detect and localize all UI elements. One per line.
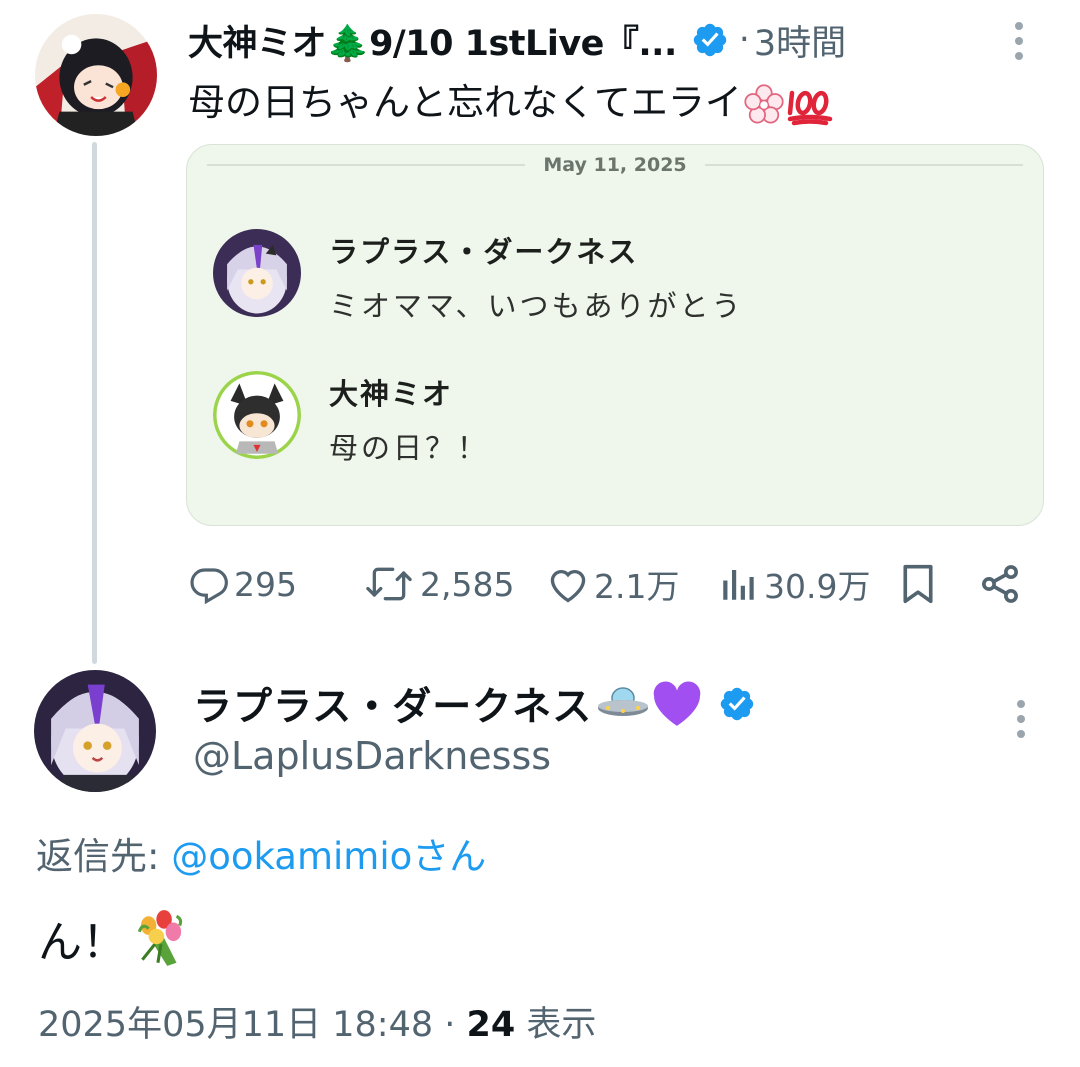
views-label: 表示 — [515, 1005, 597, 1045]
repost-icon — [362, 562, 416, 606]
tweet-relative-time[interactable]: 3時間 — [754, 15, 846, 66]
ufo-emoji-icon — [596, 684, 650, 724]
tweet-meta: 2025年05月11日 18:48 · 24 表示 — [38, 996, 596, 1047]
meta-separator: · — [433, 1005, 467, 1045]
chat-date-divider: May 11, 2025 — [207, 154, 1023, 176]
tweet-timestamp[interactable]: 2025年05月11日 18:48 — [38, 1005, 433, 1045]
chat-message: 大神ミオ 母の日？！ — [213, 371, 489, 467]
verified-badge-icon[interactable] — [691, 21, 729, 59]
chat-sender-name: ラプラス・ダークネス — [329, 235, 639, 269]
reply-display-name[interactable]: ラプラス・ダークネス — [193, 676, 592, 732]
chat-message: ラプラス・ダークネス ミオママ、いつもありがとう — [213, 229, 744, 325]
reply-handle[interactable]: @LaplusDarknesss — [193, 734, 551, 778]
sakura-emoji-icon — [742, 81, 786, 124]
time-separator: · — [738, 20, 750, 60]
reply-author-avatar[interactable] — [34, 670, 156, 792]
replying-to-label: 返信先: — [36, 835, 172, 878]
chat-message-text: ミオママ、いつもありがとう — [329, 289, 744, 323]
chat-message-text: 母の日？！ — [329, 431, 490, 465]
parent-author-avatar[interactable] — [35, 14, 157, 136]
more-options-icon[interactable] — [1014, 700, 1028, 738]
repost-button[interactable]: 2,585 — [362, 556, 514, 612]
chat-date: May 11, 2025 — [543, 154, 687, 176]
reply-icon — [188, 563, 230, 605]
hundred-points-emoji-icon — [786, 81, 834, 125]
tweet-media-image[interactable]: May 11, 2025 ラプラス・ダークネス ミオママ、いつもありがとう 大神… — [186, 144, 1044, 526]
share-icon — [978, 562, 1022, 606]
reply-tweet-text-body: ん！ — [38, 917, 126, 968]
views-chart-icon — [718, 563, 760, 605]
heart-icon — [546, 562, 590, 606]
like-count: 2.1万 — [594, 567, 680, 606]
repost-count: 2,585 — [420, 564, 515, 604]
chat-sender-name: 大神ミオ — [329, 377, 454, 411]
view-count: 30.9万 — [764, 567, 871, 606]
reply-tweet-text: ん！ — [38, 906, 192, 970]
reply-button[interactable]: 295 — [188, 556, 297, 612]
bouquet-emoji-icon — [130, 907, 192, 969]
purple-heart-emoji-icon — [652, 681, 702, 727]
reply-count: 295 — [234, 564, 297, 604]
tweet-action-bar: 295 2,585 2.1万 30.9万 — [188, 556, 1028, 612]
replying-to-link[interactable]: @ookamimioさん — [171, 835, 486, 878]
parent-display-name[interactable]: 大神ミオ🌲9/10 1stLive『... — [188, 15, 677, 66]
views-button[interactable]: 30.9万 — [718, 556, 870, 612]
thread-connector-line — [92, 142, 97, 664]
parent-tweet-text-body: 母の日ちゃんと忘れなくてエライ — [188, 81, 742, 124]
more-options-icon[interactable] — [1012, 22, 1026, 60]
chat-avatar — [213, 229, 301, 317]
bookmark-icon — [898, 562, 938, 606]
parent-tweet-text: 母の日ちゃんと忘れなくてエライ — [188, 72, 834, 127]
share-button[interactable] — [978, 556, 1022, 612]
verified-badge-icon[interactable] — [718, 685, 756, 723]
replying-to-line: 返信先: @ookamimioさん — [36, 826, 486, 880]
views-count: 24 — [466, 1005, 516, 1045]
chat-avatar — [213, 371, 301, 459]
bookmark-button[interactable] — [898, 556, 938, 612]
parent-tweet-header: 大神ミオ🌲9/10 1stLive『... · 3時間 — [188, 16, 968, 64]
reply-name-row: ラプラス・ダークネス — [193, 678, 756, 730]
like-button[interactable]: 2.1万 — [546, 556, 679, 612]
